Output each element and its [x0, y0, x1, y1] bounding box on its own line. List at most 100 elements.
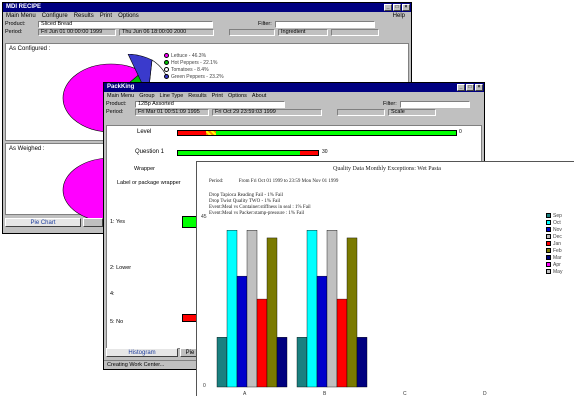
menu-line-type[interactable]: Line Type — [160, 92, 184, 100]
product-label: Product: — [106, 101, 127, 107]
level-bar-checked — [206, 131, 216, 135]
bar-B-mar — [356, 337, 368, 388]
recipe-titlebar[interactable]: MDI RECIPE _ □ × — [3, 3, 411, 12]
legend-item: Dec — [546, 233, 562, 240]
bar-B-jan — [336, 298, 348, 388]
legend-item: Feb — [546, 247, 562, 254]
packking-product-row: Product: 12Bp Assorted Filter: — [104, 100, 484, 108]
scale-label-yes: 1: Yes — [110, 219, 125, 225]
bar-A-jan — [256, 298, 268, 388]
level-value: 0 — [459, 129, 462, 135]
level-bar-red — [178, 131, 206, 135]
legend-item: Oct — [546, 219, 562, 226]
menu-main[interactable]: Main Menu — [107, 92, 134, 100]
menu-configure[interactable]: Configure — [42, 12, 68, 20]
ingredient-field[interactable]: Ingredient — [278, 28, 328, 36]
tab-pie-chart[interactable]: Pie Chart — [5, 218, 81, 227]
bar-A-sep — [216, 337, 228, 388]
tab-histogram[interactable]: Histogram — [106, 348, 178, 357]
scale-field[interactable]: Scale — [388, 108, 436, 116]
filter-field[interactable] — [274, 20, 375, 28]
row-label-level: Level — [137, 129, 152, 135]
report-period-label: Period: — [209, 179, 224, 184]
scale-label-lower: 2: Lower — [110, 265, 132, 271]
bar-A-oct — [226, 230, 238, 388]
filter-label: Filter: — [383, 101, 397, 107]
legend-item-green-peppers: Green Peppers - 23.2% — [164, 73, 224, 80]
menu-group[interactable]: Group — [139, 92, 154, 100]
row-label-question1: Question 1 — [135, 149, 165, 155]
product-row: Product: Sliced Bread Filter: — [3, 20, 411, 28]
period-to-field[interactable]: Thu Jun 06 18:00:00 2000 — [119, 28, 214, 36]
menu-print[interactable]: Print — [212, 92, 223, 100]
bar-B-sep — [296, 337, 308, 388]
weighed-label: As Weighed : — [9, 146, 45, 152]
bar-A-mar — [276, 337, 288, 388]
period-extra-field[interactable] — [337, 108, 385, 116]
menu-results[interactable]: Results — [74, 12, 94, 20]
bar-A-nov — [236, 275, 248, 388]
menu-results[interactable]: Results — [188, 92, 206, 100]
level-bar — [177, 130, 457, 136]
x-tick-label: A — [243, 391, 247, 396]
legend-item-hot-peppers: Hot Peppers - 22.1% — [164, 59, 224, 66]
recipe-title: MDI RECIPE — [6, 4, 42, 10]
legend-item-lettuce: Lettuce - 46.3% — [164, 52, 224, 59]
close-button[interactable]: × — [402, 4, 410, 11]
legend-item: Apr — [546, 261, 562, 268]
period-from-field[interactable]: Fri Jun 01 00:00:00 1999 — [38, 28, 116, 36]
blank-field[interactable] — [331, 28, 379, 36]
report-title: Quality Data Monthly Exceptions: Wet Pas… — [333, 166, 441, 172]
bar-B-nov — [316, 275, 328, 388]
question1-bar — [177, 150, 319, 156]
period-to-field[interactable]: Fri Oct 29 23:59:03 1999 — [212, 108, 322, 116]
filter-field[interactable] — [399, 100, 470, 108]
legend-item: Nov — [546, 226, 562, 233]
status-text: Creating Work Center... — [107, 362, 165, 368]
x-tick-label: B — [323, 391, 327, 396]
y-tick-label: 45 — [201, 214, 207, 220]
maximize-button[interactable]: □ — [466, 84, 474, 91]
bar-B-dec — [326, 230, 338, 388]
row-label-wrapper-desc: Label or package wrapper — [117, 180, 181, 186]
period-label: Period: — [106, 109, 124, 115]
packking-titlebar[interactable]: PackKing _ □ × — [104, 83, 484, 92]
menu-options[interactable]: Options — [118, 12, 139, 20]
close-button[interactable]: × — [475, 84, 483, 91]
tab-second[interactable] — [83, 218, 103, 227]
question1-bar-red — [300, 151, 318, 155]
row-label-wrapper: Wrapper — [134, 166, 155, 172]
minimize-button[interactable]: _ — [457, 84, 465, 91]
legend-item: Sep — [546, 212, 562, 219]
menu-options[interactable]: Options — [228, 92, 247, 100]
pie-legend: Lettuce - 46.3% Hot Peppers - 22.1% Toma… — [164, 52, 224, 80]
bar-legend: Sep Oct Nov Dec Jan Feb Mar Apr May — [546, 212, 562, 275]
menu-print[interactable]: Print — [100, 12, 112, 20]
packking-title: PackKing — [107, 84, 135, 90]
recipe-menubar: Main Menu Configure Results Print Option… — [3, 12, 411, 20]
product-label: Product: — [5, 21, 26, 27]
packking-period-row: Period: Fri Mar 01 00:51:09 1995 Fri Oct… — [104, 108, 484, 116]
packking-menubar: Main Menu Group Line Type Results Print … — [104, 92, 484, 100]
legend-item: Jan — [546, 240, 562, 247]
maximize-button[interactable]: □ — [393, 4, 401, 11]
legend-item-tomatoes: Tomatoes - 8.4% — [164, 66, 224, 73]
menu-help[interactable]: Help — [393, 12, 405, 20]
y-tick-label: 0 — [203, 383, 206, 389]
period-extra-field[interactable] — [229, 28, 275, 36]
product-field[interactable]: 12Bp Assorted — [135, 100, 285, 108]
period-label: Period: — [5, 29, 23, 35]
bar-A-feb — [266, 237, 278, 388]
filter-label: Filter: — [258, 21, 272, 27]
scale-label-4: 4: — [110, 291, 115, 297]
product-field[interactable]: Sliced Bread — [38, 20, 213, 28]
bar-B-feb — [346, 237, 358, 388]
x-tick-label: C — [403, 391, 407, 396]
minimize-button[interactable]: _ — [384, 4, 392, 11]
menu-about[interactable]: About — [252, 92, 266, 100]
period-row: Period: Fri Jun 01 00:00:00 1999 Thu Jun… — [3, 28, 411, 36]
menu-main[interactable]: Main Menu — [6, 12, 36, 20]
report-window: Quality Data Monthly Exceptions: Wet Pas… — [196, 161, 574, 396]
legend-item: May — [546, 268, 562, 275]
period-from-field[interactable]: Fri Mar 01 00:51:09 1995 — [135, 108, 209, 116]
